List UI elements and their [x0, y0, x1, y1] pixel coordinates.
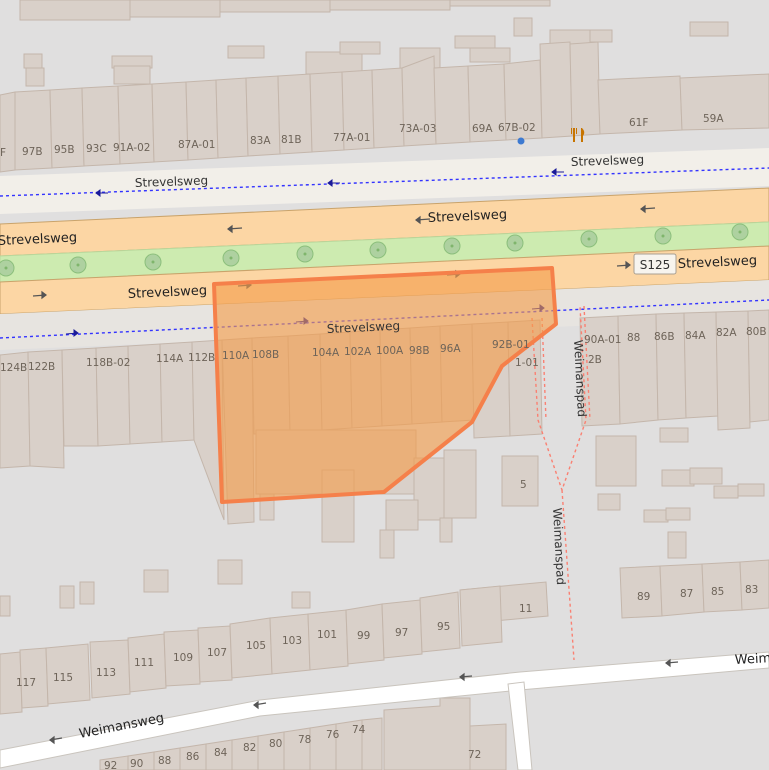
house-number: 108B	[252, 349, 279, 361]
house-number: F	[0, 147, 6, 159]
house-number: 87	[680, 588, 693, 600]
house-number: 113	[96, 667, 116, 679]
house-number: 80B	[746, 326, 767, 338]
house-number: 86	[186, 751, 200, 763]
house-number: 101	[317, 629, 337, 641]
house-number: 97B	[22, 146, 43, 158]
house-number: 95B	[54, 144, 75, 156]
house-number: 89	[637, 591, 650, 603]
street-label-weimansweg: Weim	[734, 651, 769, 668]
house-number: 88	[627, 332, 640, 344]
house-number: 104A	[312, 347, 340, 359]
house-number: 88	[158, 755, 171, 767]
house-number: 84A	[685, 330, 706, 342]
house-number: 92	[104, 760, 117, 770]
map-svg: S125 Strevelsweg Strevelsweg Strevelsweg…	[0, 0, 769, 770]
house-number: 99	[357, 630, 370, 642]
map-canvas[interactable]: S125 Strevelsweg Strevelsweg Strevelsweg…	[0, 0, 769, 770]
house-number: 81B	[281, 134, 302, 146]
street-label-strevelsweg: Strevelsweg	[571, 152, 645, 169]
house-number: 85	[711, 586, 724, 598]
house-number: 69A	[472, 123, 493, 135]
house-number: 72	[468, 749, 481, 761]
house-number: 122B	[28, 361, 55, 373]
house-number: 109	[173, 652, 193, 664]
house-number: 124B	[0, 362, 27, 374]
house-number: 90A-01	[584, 334, 621, 346]
street-label-strevelsweg: Strevelsweg	[135, 173, 209, 190]
house-number: 93C	[86, 143, 107, 155]
house-number: 95	[437, 621, 450, 633]
house-number: 77A-01	[333, 132, 370, 144]
route-shield: S125	[633, 253, 677, 275]
house-number: 100A	[376, 345, 404, 357]
house-number: 117	[16, 677, 36, 689]
house-number: 73A-03	[399, 123, 436, 135]
house-number: 91A-02	[113, 142, 150, 154]
route-shield-label: S125	[640, 258, 671, 272]
house-number: 5	[520, 479, 527, 491]
house-number: 105	[246, 640, 266, 652]
house-number: 96A	[440, 343, 461, 355]
house-number: 67B-02	[498, 122, 536, 134]
house-number: 78	[298, 734, 311, 746]
house-number: 61F	[629, 117, 648, 129]
house-number: 115	[53, 672, 73, 684]
house-number: 118B-02	[86, 357, 130, 369]
house-number: 92B-01	[492, 339, 530, 351]
house-number: 103	[282, 635, 302, 647]
house-number: 2B	[588, 354, 602, 366]
house-number: 102A	[344, 346, 372, 358]
house-number: 11	[519, 603, 532, 615]
house-number: 82A	[716, 327, 737, 339]
house-number: 97	[395, 627, 408, 639]
bus-stop-icon[interactable]	[517, 137, 525, 145]
house-number: 59A	[703, 113, 724, 125]
house-number: 110A	[222, 350, 250, 362]
house-number: 114A	[156, 353, 184, 365]
house-number: 87A-01	[178, 139, 215, 151]
house-number: 80	[269, 738, 282, 750]
house-number: 111	[134, 657, 154, 669]
house-number: 112B	[188, 352, 215, 364]
house-number: 84	[214, 747, 228, 759]
house-number: 74	[352, 724, 366, 736]
house-number: 76	[326, 729, 340, 741]
house-number: 82	[243, 742, 256, 754]
house-number: 1-01	[515, 357, 539, 369]
house-number: 86B	[654, 331, 675, 343]
house-number: 83A	[250, 135, 271, 147]
house-number: 83	[745, 584, 758, 596]
house-number: 98B	[409, 345, 430, 357]
house-number: 90	[130, 758, 143, 770]
house-number: 107	[207, 647, 227, 659]
